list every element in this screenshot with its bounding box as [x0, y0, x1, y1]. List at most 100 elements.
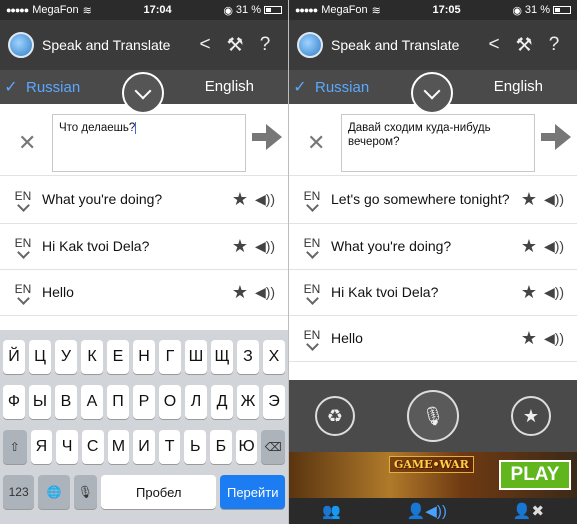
key-Ж[interactable]: Ж	[237, 385, 259, 419]
status-bar: ●●●●● MegaFon ≋ 17:04 ◉ 31 %	[0, 0, 288, 20]
star-icon[interactable]: ★	[517, 328, 541, 349]
key-А[interactable]: А	[81, 385, 103, 419]
keyboard: ЙЦУКЕНГШЩЗХ ФЫВАПРОЛДЖЭ ⇧ ЯЧСМИТЬБЮ ⌫ 12…	[0, 330, 288, 524]
list-item[interactable]: EN What you're doing? ★ ◀))	[289, 224, 577, 270]
speaker-icon[interactable]: ◀))	[541, 284, 567, 301]
shift-key[interactable]: ⇧	[3, 430, 27, 464]
key-О[interactable]: О	[159, 385, 181, 419]
key-Щ[interactable]: Щ	[211, 340, 233, 374]
star-icon[interactable]: ★	[228, 282, 252, 303]
language-tag[interactable]: EN	[10, 189, 36, 212]
clear-icon[interactable]: ✕	[18, 130, 36, 156]
source-language[interactable]: Russian	[22, 79, 110, 96]
clear-icon[interactable]: ✕	[307, 130, 325, 156]
language-tag[interactable]: EN	[299, 189, 325, 212]
star-icon[interactable]: ★	[228, 236, 252, 257]
left-screen: ●●●●● MegaFon ≋ 17:04 ◉ 31 % Speak and T…	[0, 0, 288, 524]
speaker-icon[interactable]: ◀))	[252, 191, 278, 208]
language-dropdown-button[interactable]	[122, 72, 164, 114]
list-item[interactable]: EN Let's go somewhere tonight? ★ ◀))	[289, 176, 577, 224]
key-Ц[interactable]: Ц	[29, 340, 51, 374]
language-tag[interactable]: EN	[299, 236, 325, 259]
key-Ь[interactable]: Ь	[184, 430, 207, 464]
ad-banner[interactable]: GAME•WAR PLAY	[289, 452, 577, 498]
go-key[interactable]: Перейти	[220, 475, 285, 509]
help-icon[interactable]: ?	[539, 34, 569, 56]
speaker-icon[interactable]: ◀))	[252, 238, 278, 255]
recycle-icon[interactable]: ♻	[315, 396, 355, 436]
target-language[interactable]: English	[494, 78, 543, 95]
language-tag[interactable]: EN	[299, 282, 325, 305]
key-П[interactable]: П	[107, 385, 129, 419]
favorites-star-icon[interactable]: ★	[511, 396, 551, 436]
key-Ю[interactable]: Ю	[235, 430, 258, 464]
speaker-icon[interactable]: ◀))	[541, 238, 567, 255]
star-icon[interactable]: ★	[517, 189, 541, 210]
key-З[interactable]: З	[237, 340, 259, 374]
language-tag[interactable]: EN	[299, 328, 325, 351]
wifi-icon: ≋	[371, 4, 381, 17]
speaker-icon[interactable]: ◀))	[541, 191, 567, 208]
key-Э[interactable]: Э	[263, 385, 285, 419]
key-Я[interactable]: Я	[30, 430, 53, 464]
key-Ф[interactable]: Ф	[3, 385, 25, 419]
key-С[interactable]: С	[81, 430, 104, 464]
key-Л[interactable]: Л	[185, 385, 207, 419]
star-icon[interactable]: ★	[228, 189, 252, 210]
language-tag[interactable]: EN	[10, 236, 36, 259]
key-Х[interactable]: Х	[263, 340, 285, 374]
help-icon[interactable]: ?	[250, 34, 280, 56]
ad-play-button[interactable]: PLAY	[499, 460, 571, 490]
speaker-icon[interactable]: ◀))	[541, 330, 567, 347]
key-У[interactable]: У	[55, 340, 77, 374]
key-Р[interactable]: Р	[133, 385, 155, 419]
key-И[interactable]: И	[133, 430, 155, 464]
microphone-icon[interactable]: 🎙	[73, 475, 98, 509]
space-key[interactable]: Пробел	[101, 475, 217, 509]
key-Ш[interactable]: Ш	[185, 340, 207, 374]
key-Ч[interactable]: Ч	[56, 430, 78, 464]
list-item[interactable]: EN Hello ★ ◀))	[289, 316, 577, 362]
source-language[interactable]: Russian	[311, 79, 399, 96]
share-icon[interactable]: <	[190, 34, 220, 56]
key-К[interactable]: К	[81, 340, 103, 374]
delete-key[interactable]: ⌫	[261, 430, 285, 464]
key-Д[interactable]: Д	[211, 385, 233, 419]
conversation-tab-icon[interactable]: 👥	[322, 502, 341, 520]
translation-text: Hello	[42, 284, 74, 300]
mute-tab-icon[interactable]: 👤✖	[513, 502, 544, 520]
chevron-down-icon	[423, 82, 441, 99]
microphone-icon[interactable]: 🎙	[407, 390, 459, 442]
key-Г[interactable]: Г	[159, 340, 181, 374]
numbers-key[interactable]: 123	[3, 475, 35, 509]
language-dropdown-button[interactable]	[411, 72, 453, 114]
translate-arrow-icon[interactable]	[541, 124, 571, 150]
star-icon[interactable]: ★	[517, 282, 541, 303]
key-Б[interactable]: Б	[210, 430, 232, 464]
key-М[interactable]: М	[107, 430, 130, 464]
list-item[interactable]: EN Hello ★ ◀))	[0, 270, 288, 316]
wrench-icon[interactable]: ⚒	[220, 34, 250, 57]
translate-arrow-icon[interactable]	[252, 124, 282, 150]
globe-icon[interactable]: 🌐	[38, 475, 70, 509]
key-Е[interactable]: Е	[107, 340, 129, 374]
text-input[interactable]: Что делаешь?	[52, 114, 246, 172]
speak-tab-icon[interactable]: 👤◀))	[407, 502, 447, 520]
share-icon[interactable]: <	[479, 34, 509, 56]
star-icon[interactable]: ★	[517, 236, 541, 257]
key-Й[interactable]: Й	[3, 340, 25, 374]
wrench-icon[interactable]: ⚒	[509, 34, 539, 57]
input-row: ✕ Что делаешь?	[0, 104, 288, 176]
language-tag[interactable]: EN	[10, 282, 36, 305]
key-В[interactable]: В	[55, 385, 77, 419]
list-item[interactable]: EN What you're doing? ★ ◀))	[0, 176, 288, 224]
language-bar: ✓ Russian English	[289, 70, 577, 114]
key-Т[interactable]: Т	[158, 430, 181, 464]
text-input[interactable]: Давай сходим куда-нибудь вечером?	[341, 114, 535, 172]
list-item[interactable]: EN Hi Kak tvoi Dela? ★ ◀))	[0, 224, 288, 270]
target-language[interactable]: English	[205, 78, 254, 95]
key-Ы[interactable]: Ы	[29, 385, 51, 419]
key-Н[interactable]: Н	[133, 340, 155, 374]
speaker-icon[interactable]: ◀))	[252, 284, 278, 301]
list-item[interactable]: EN Hi Kak tvoi Dela? ★ ◀))	[289, 270, 577, 316]
